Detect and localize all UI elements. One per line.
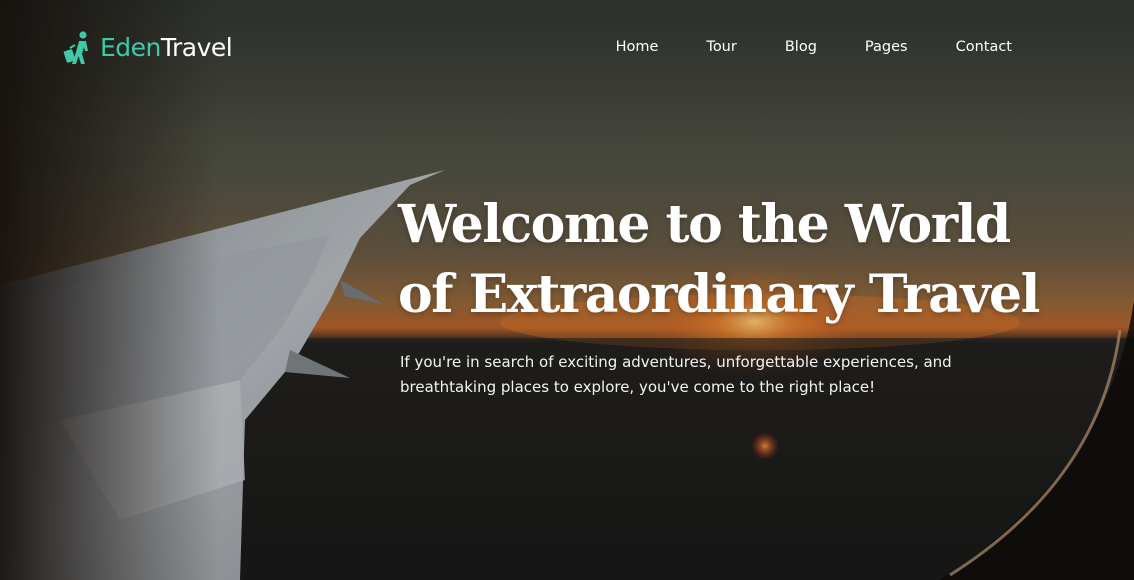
hero-subtext-line2: breathtaking places to explore, you've c…	[400, 378, 876, 396]
hero-headline-line2: of Extraordinary Travel	[398, 264, 1040, 325]
hero-subtext: If you're in search of exciting adventur…	[400, 350, 960, 400]
nav-home-link[interactable]: Home	[592, 36, 683, 58]
nav-contact-link[interactable]: Contact	[932, 36, 1012, 58]
brand-name: EdenTravel	[100, 28, 233, 68]
brand-name-part2: Travel	[160, 33, 233, 62]
traveler-icon	[63, 31, 88, 64]
hero-headline: Welcome to the World of Extraordinary Tr…	[398, 190, 1078, 330]
hero-headline-line1: Welcome to the World	[398, 194, 1011, 255]
hero-section: EdenTravel Home Tour Blog Pages Contact …	[0, 0, 1134, 580]
nav-pages-link[interactable]: Pages	[841, 36, 932, 58]
main-navigation: Home Tour Blog Pages Contact	[592, 36, 1012, 58]
brand-name-part1: Eden	[100, 33, 161, 62]
nav-blog-link[interactable]: Blog	[761, 36, 841, 58]
brand-logo[interactable]: EdenTravel	[62, 28, 233, 68]
hero-subtext-line1: If you're in search of exciting adventur…	[400, 353, 952, 371]
nav-tour-link[interactable]: Tour	[682, 36, 760, 58]
